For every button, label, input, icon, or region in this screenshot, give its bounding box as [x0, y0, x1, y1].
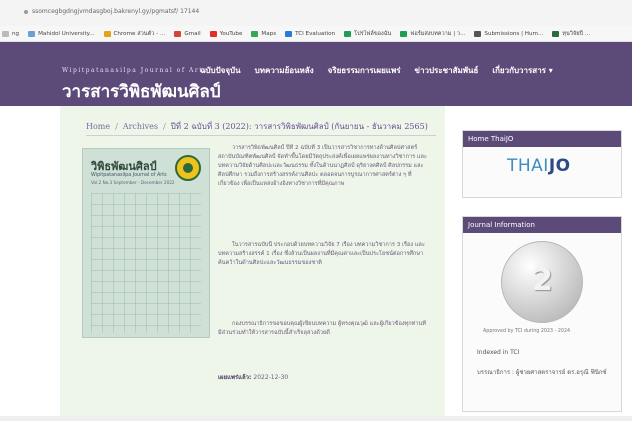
nav-ethics[interactable]: จริยธรรมการเผยแพร่ — [328, 64, 401, 77]
tci-icon — [285, 30, 293, 37]
description-paragraph: วารสารวิพิธพัฒนศิลป์ ปีที่ 2 ฉบับที่ 3 เ… — [218, 145, 427, 188]
grant-icon — [552, 30, 560, 37]
bookmark-item[interactable]: YouTube — [209, 30, 242, 37]
nav-about[interactable]: เกี่ยวกับวารสาร ▾ — [492, 64, 552, 77]
block-title: Home ThaiJO — [463, 131, 621, 147]
cover-subtitle: Wipitpatanasilpa Journal of Arts — [91, 173, 167, 178]
gmail-icon — [174, 30, 182, 37]
nav-current-issue[interactable]: ฉบับปัจจุบัน — [200, 64, 241, 77]
breadcrumb-separator: / — [162, 122, 166, 131]
breadcrumb: Home / Archives / ปีที่ 2 ฉบับที่ 3 (202… — [86, 120, 428, 133]
journal-name-th[interactable]: วารสารวิพิธพัฒนศิลป์ — [62, 78, 221, 105]
indexed-text: Indexed in TCI — [477, 349, 520, 356]
breadcrumb-separator: / — [115, 122, 118, 131]
bookmark-item[interactable]: Mahidol University... — [28, 30, 95, 37]
bookmark-item[interactable]: ทุนวิจัยปี ... — [552, 30, 590, 38]
thaijo-block: Home ThaiJO THAIJO — [462, 130, 622, 198]
description-paragraph: ในวารสารฉบับนี้ ประกอบด้วยบทความวิจัย 7 … — [218, 242, 425, 267]
journal-name-en: Wipitpatanasilpa Journal of Arts — [62, 67, 208, 74]
institution-seal-icon — [175, 155, 201, 181]
lock-icon — [24, 10, 28, 14]
cover-pattern — [91, 193, 201, 333]
globe-icon — [28, 30, 36, 37]
bookmark-item[interactable]: Gmail — [174, 30, 201, 37]
journal-info-block: Journal Information 2 Approved by TCI du… — [462, 216, 622, 412]
badge-number: 2 — [532, 263, 553, 298]
block-title: Journal Information — [463, 217, 621, 233]
approval-text: Approved by TCI during 2023 - 2024 — [483, 329, 571, 334]
page-icon — [2, 30, 9, 37]
bookmark-item[interactable]: ng — [2, 30, 19, 37]
profile-icon — [344, 30, 352, 37]
form-icon — [400, 30, 408, 37]
bookmarks-bar: ng Mahidol University... Chrome ส่วนตัว … — [0, 26, 632, 42]
published-date: เผยแพร่แล้ว: 2022-12-30 — [218, 372, 288, 382]
chrome-icon — [103, 30, 111, 37]
divider — [86, 135, 436, 136]
bookmark-item[interactable]: Maps — [251, 30, 276, 37]
nav-archives[interactable]: บทความย้อนหลัง — [255, 64, 314, 77]
bookmark-item[interactable]: TCI Evaluation — [285, 30, 335, 37]
youtube-icon — [209, 30, 217, 37]
bookmark-item[interactable]: ฟอร์มส่งบทความ | ว... — [400, 30, 465, 38]
published-value: 2022-12-30 — [253, 374, 289, 381]
thaijo-logo[interactable]: THAIJO — [507, 156, 571, 176]
breadcrumb-archives[interactable]: Archives — [123, 122, 158, 131]
bookmark-item[interactable]: Submissions | Hum... — [474, 30, 543, 37]
url-text[interactable]: ssomcegbgdngjvmdasgboj.bakrenyl.gy/pgmat… — [32, 8, 199, 15]
nav-news[interactable]: ข่าวประชาสัมพันธ์ — [415, 64, 479, 77]
breadcrumb-home[interactable]: Home — [86, 122, 110, 131]
maps-icon — [251, 30, 259, 37]
bookmark-item[interactable]: โปรไฟล์ของฉัน — [344, 30, 391, 38]
issue-description: วารสารวิพิธพัฒนศิลป์ ปีที่ 2 ฉบับที่ 3 เ… — [218, 144, 428, 363]
page-bottom — [0, 416, 632, 421]
breadcrumb-current: ปีที่ 2 ฉบับที่ 3 (2022): วารสารวิพิธพัฒ… — [170, 122, 428, 131]
main-nav: ฉบับปัจจุบัน บทความย้อนหลัง จริยธรรมการเ… — [200, 64, 553, 77]
editor-text: บรรณาธิการ : ผู้ช่วยศาสตราจารย์ ดร.อรุณี… — [477, 369, 607, 376]
cover-issue-line: Vol.2 No.3 September - December 2022 — [91, 180, 175, 185]
browser-address-bar[interactable]: ssomcegbgdngjvmdasgboj.bakrenyl.gy/pgmat… — [0, 0, 632, 26]
bookmark-item[interactable]: Chrome ส่วนตัว - ... — [103, 30, 165, 38]
issue-cover-image[interactable]: วิพิธพัฒนศิลป์ Wipitpatanasilpa Journal … — [82, 148, 210, 338]
description-paragraph: กองบรรณาธิการขอขอบคุณผู้เขียนบทความ ผู้ท… — [218, 321, 426, 337]
ojs-icon — [474, 30, 482, 37]
published-label: เผยแพร่แล้ว: — [218, 374, 252, 381]
main-content: Home / Archives / ปีที่ 2 ฉบับที่ 3 (202… — [60, 106, 445, 416]
site-header: Wipitpatanasilpa Journal of Arts วารสารว… — [0, 42, 632, 106]
tci-tier-badge-icon: 2 — [501, 241, 583, 323]
